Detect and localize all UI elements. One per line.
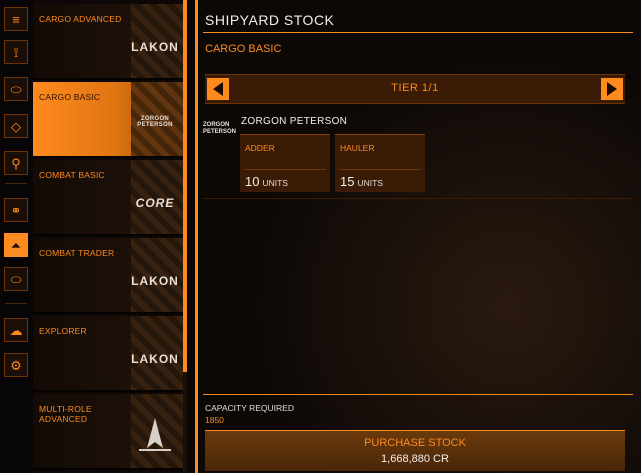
core-logo: CORE [135,196,175,210]
purchase-stock-button[interactable]: PURCHASE STOCK 1,668,880 CR [205,430,625,471]
ship-name: HAULER [340,143,375,153]
manufacturer-name: ZORGON PETERSON [241,116,348,127]
ship-quantity: 10 UNITS [245,174,288,189]
card-divider [244,169,326,170]
pack-label: EXPLORER [39,326,87,336]
footer-divider [203,394,633,395]
header-divider [203,32,633,33]
rail-divider [5,183,27,184]
purchase-price: 1,668,880 CR [381,453,449,465]
rail-divider [5,303,27,304]
scrollbar-thumb[interactable] [183,0,187,372]
pack-item-cargo-advanced[interactable]: LAKON CARGO ADVANCED [33,4,183,80]
ship-name: ADDER [245,143,275,153]
pack-label: CARGO BASIC [39,92,101,102]
page-title: SHIPYARD STOCK [205,12,335,28]
person-pin-icon[interactable]: ⚲ [4,151,28,175]
quantity-unit: UNITS [357,178,383,188]
tier-next-button[interactable] [601,78,623,100]
tag-alt-icon[interactable]: ◇ [4,114,28,138]
faulcon-delacy-logo [139,418,171,451]
lakon-logo: LAKON [131,352,179,366]
section-divider [203,198,633,199]
ship-hull-icon[interactable]: ⏶ [4,233,28,257]
tag-small-icon[interactable]: ⬭ [4,267,28,291]
pack-label: COMBAT TRADER [39,248,115,258]
cloud-icon[interactable]: ☁ [4,318,28,342]
purchase-label: PURCHASE STOCK [364,437,466,449]
zorgon-peterson-logo: ZORGON PETERSON [137,116,173,128]
menu-icon[interactable]: ≡ [4,7,28,31]
pack-item-combat-basic[interactable]: CORE COMBAT BASIC [33,160,183,236]
capacity-label: CAPACITY REQUIRED [205,403,294,413]
tag-icon[interactable]: ⬭ [4,77,28,101]
quantity-unit: UNITS [262,178,288,188]
pack-item-combat-trader[interactable]: LAKON COMBAT TRADER [33,238,183,314]
pack-item-multi-role-advanced[interactable]: MULTI-ROLE ADVANCED [33,394,183,470]
pack-label: MULTI-ROLE ADVANCED [39,404,92,424]
pack-label: CARGO ADVANCED [39,14,122,24]
tier-label: TIER 1/1 [391,82,439,94]
quantity-value: 10 [245,174,260,189]
ship-card-adder[interactable]: ADDER 10 UNITS [240,134,330,192]
pack-label: COMBAT BASIC [39,170,105,180]
icon-rail: ≡ ⟟ ⬭ ◇ ⚲ ⚭ ⏶ ⬭ ☁ ⚙ [0,0,33,473]
card-divider [339,169,421,170]
ship-card-hauler[interactable]: HAULER 15 UNITS [335,134,425,192]
lakon-logo: LAKON [131,274,179,288]
manufacturer-logo: ZORGON PETERSON [203,122,237,135]
tier-selector: TIER 1/1 [205,74,625,104]
quantity-value: 15 [340,174,355,189]
route-icon[interactable]: ⟟ [4,40,28,64]
pack-list: LAKON CARGO ADVANCED ZORGON PETERSON CAR… [33,0,183,473]
shipyard-stock-panel: SHIPYARD STOCK CARGO BASIC TIER 1/1 ZORG… [195,0,641,473]
capacity-value: 1850 [205,415,224,425]
pack-item-explorer[interactable]: LAKON EXPLORER [33,316,183,392]
gear-icon[interactable]: ⚙ [4,353,28,377]
pack-subtitle: CARGO BASIC [205,43,282,55]
lakon-logo: LAKON [131,40,179,54]
arrow-right-icon [607,82,617,96]
pack-item-cargo-basic[interactable]: ZORGON PETERSON CARGO BASIC [33,82,183,158]
ship-quantity: 15 UNITS [340,174,383,189]
link-icon[interactable]: ⚭ [4,198,28,222]
